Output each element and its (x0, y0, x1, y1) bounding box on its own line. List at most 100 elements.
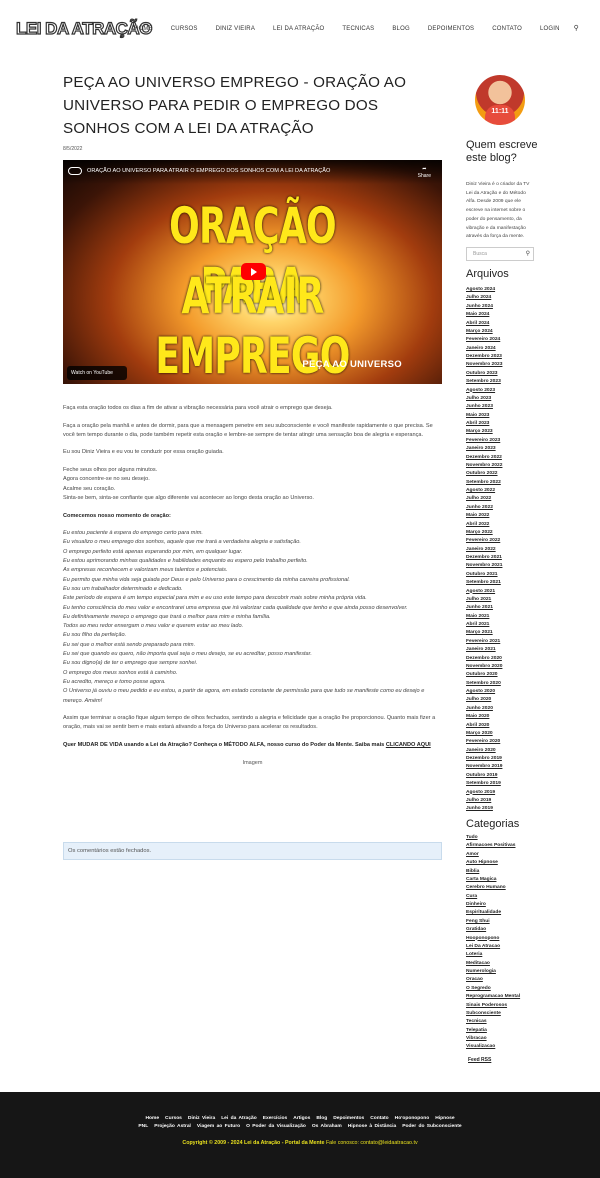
archive-link[interactable]: Junho 2020 (466, 705, 546, 713)
archive-link[interactable]: Dezembro 2020 (466, 655, 546, 663)
footer-link[interactable]: Projeção Astral (154, 1124, 191, 1129)
nav-item-login[interactable]: LOGIN (540, 25, 560, 33)
search-icon[interactable]: ⚲ (574, 25, 579, 33)
category-link[interactable]: Feng Shui (466, 918, 546, 926)
archive-link[interactable]: Abril 2021 (466, 621, 546, 629)
nav-item-blog[interactable]: BLOG (392, 25, 409, 33)
archive-link[interactable]: Setembro 2021 (466, 579, 546, 587)
footer-link[interactable]: Hipnose à Distância (348, 1124, 396, 1129)
archive-link[interactable]: Março 2023 (466, 428, 546, 436)
category-link[interactable]: Tudo (466, 834, 546, 842)
archive-link[interactable]: Maio 2022 (466, 512, 546, 520)
footer-link[interactable]: Os Abraham (312, 1124, 342, 1129)
archive-link[interactable]: Agosto 2021 (466, 588, 546, 596)
footer-link[interactable]: Hipnose (435, 1116, 454, 1121)
archive-link[interactable]: Fevereiro 2024 (466, 336, 546, 344)
category-link[interactable]: Meditacao (466, 960, 546, 968)
archive-link[interactable]: Maio 2024 (466, 311, 546, 319)
category-link[interactable]: Carta Magica (466, 876, 546, 884)
archive-link[interactable]: Fevereiro 2023 (466, 437, 546, 445)
category-link[interactable]: Subconsciente (466, 1010, 546, 1018)
footer-link[interactable]: Exercícios (263, 1116, 287, 1121)
archive-link[interactable]: Dezembro 2021 (466, 554, 546, 562)
archive-link[interactable]: Março 2022 (466, 529, 546, 537)
archive-link[interactable]: Novembro 2019 (466, 763, 546, 771)
nav-item-diniz-vieira[interactable]: DINIZ VIEIRA (216, 25, 255, 33)
archive-link[interactable]: Fevereiro 2021 (466, 638, 546, 646)
category-link[interactable]: Auto Hipnose (466, 859, 546, 867)
category-link[interactable]: O Segredo (466, 985, 546, 993)
footer-link[interactable]: Home (145, 1116, 159, 1121)
category-link[interactable]: Espiritualidade (466, 909, 546, 917)
archive-link[interactable]: Novembro 2022 (466, 462, 546, 470)
archive-link[interactable]: Novembro 2023 (466, 361, 546, 369)
archive-link[interactable]: Setembro 2020 (466, 680, 546, 688)
category-link[interactable]: Visualizacao (466, 1043, 546, 1051)
search-input[interactable]: Busca ⚲ (466, 247, 534, 261)
footer-link[interactable]: Depoimentos (333, 1116, 364, 1121)
archive-link[interactable]: Maio 2021 (466, 613, 546, 621)
share-button[interactable]: ➦ Share (418, 166, 431, 180)
category-link[interactable]: Amor (466, 851, 546, 859)
archive-link[interactable]: Março 2020 (466, 730, 546, 738)
archive-link[interactable]: Agosto 2024 (466, 286, 546, 294)
nav-item-contato[interactable]: CONTATO (492, 25, 522, 33)
archive-link[interactable]: Outubro 2022 (466, 470, 546, 478)
archive-link[interactable]: Agosto 2019 (466, 789, 546, 797)
category-link[interactable]: Vibracao (466, 1035, 546, 1043)
archive-link[interactable]: Dezembro 2022 (466, 454, 546, 462)
archive-link[interactable]: Maio 2020 (466, 713, 546, 721)
footer-link[interactable]: Artigos (293, 1116, 310, 1121)
archive-link[interactable]: Outubro 2023 (466, 370, 546, 378)
archive-link[interactable]: Junho 2021 (466, 604, 546, 612)
archive-link[interactable]: Janeiro 2020 (466, 747, 546, 755)
archive-link[interactable]: Julho 2024 (466, 294, 546, 302)
archive-link[interactable]: Julho 2021 (466, 596, 546, 604)
category-link[interactable]: Loteria (466, 951, 546, 959)
archive-link[interactable]: Junho 2019 (466, 805, 546, 813)
nav-item-depoimentos[interactable]: DEPOIMENTOS (428, 25, 474, 33)
nav-item-tecnicas[interactable]: TECNICAS (342, 25, 374, 33)
nav-item-home[interactable]: HOME (134, 25, 153, 33)
category-link[interactable]: Dinheiro (466, 901, 546, 909)
archive-link[interactable]: Dezembro 2019 (466, 755, 546, 763)
category-link[interactable]: Hooponopono (466, 935, 546, 943)
archive-link[interactable]: Abril 2020 (466, 722, 546, 730)
archive-link[interactable]: Outubro 2019 (466, 772, 546, 780)
archive-link[interactable]: Setembro 2022 (466, 479, 546, 487)
play-button-icon[interactable] (241, 263, 266, 280)
cta-link[interactable]: CLICANDO AQUI (386, 742, 431, 748)
archive-link[interactable]: Julho 2019 (466, 797, 546, 805)
category-link[interactable]: Tecnicas (466, 1018, 546, 1026)
archive-link[interactable]: Janeiro 2024 (466, 345, 546, 353)
footer-link[interactable]: Viagem ao Futuro (197, 1124, 240, 1129)
watch-on-youtube-button[interactable]: Watch on YouTube (67, 366, 127, 380)
category-link[interactable]: Telepatia (466, 1027, 546, 1035)
footer-link[interactable]: Poder do Subconsciente (402, 1124, 461, 1129)
archive-link[interactable]: Julho 2022 (466, 495, 546, 503)
nav-item-cursos[interactable]: CURSOS (171, 25, 198, 33)
archive-link[interactable]: Janeiro 2023 (466, 445, 546, 453)
archive-link[interactable]: Junho 2022 (466, 504, 546, 512)
footer-link[interactable]: PNL (138, 1124, 148, 1129)
category-link[interactable]: Gratidao (466, 926, 546, 934)
archive-link[interactable]: Novembro 2021 (466, 562, 546, 570)
archive-link[interactable]: Janeiro 2022 (466, 546, 546, 554)
archive-link[interactable]: Maio 2023 (466, 412, 546, 420)
category-link[interactable]: Oracao (466, 976, 546, 984)
footer-link[interactable]: Contato (370, 1116, 388, 1121)
archive-link[interactable]: Janeiro 2021 (466, 646, 546, 654)
footer-link[interactable]: Ho'oponopono (395, 1116, 430, 1121)
archive-link[interactable]: Agosto 2023 (466, 387, 546, 395)
youtube-video-embed[interactable]: ORAÇÃO AO UNIVERSO PARA ATRAIR O EMPREGO… (63, 160, 442, 384)
archive-link[interactable]: Fevereiro 2020 (466, 738, 546, 746)
archive-link[interactable]: Fevereiro 2022 (466, 537, 546, 545)
archive-link[interactable]: Março 2021 (466, 629, 546, 637)
search-icon[interactable]: ⚲ (526, 248, 530, 260)
category-link[interactable]: Sinais Poderosos (466, 1002, 546, 1010)
footer-link[interactable]: Lei da Atração (221, 1116, 257, 1121)
feed-rss-link[interactable]: Feed RSS (468, 1057, 491, 1063)
archive-link[interactable]: Outubro 2021 (466, 571, 546, 579)
archive-link[interactable]: Junho 2023 (466, 403, 546, 411)
archive-link[interactable]: Outubro 2020 (466, 671, 546, 679)
